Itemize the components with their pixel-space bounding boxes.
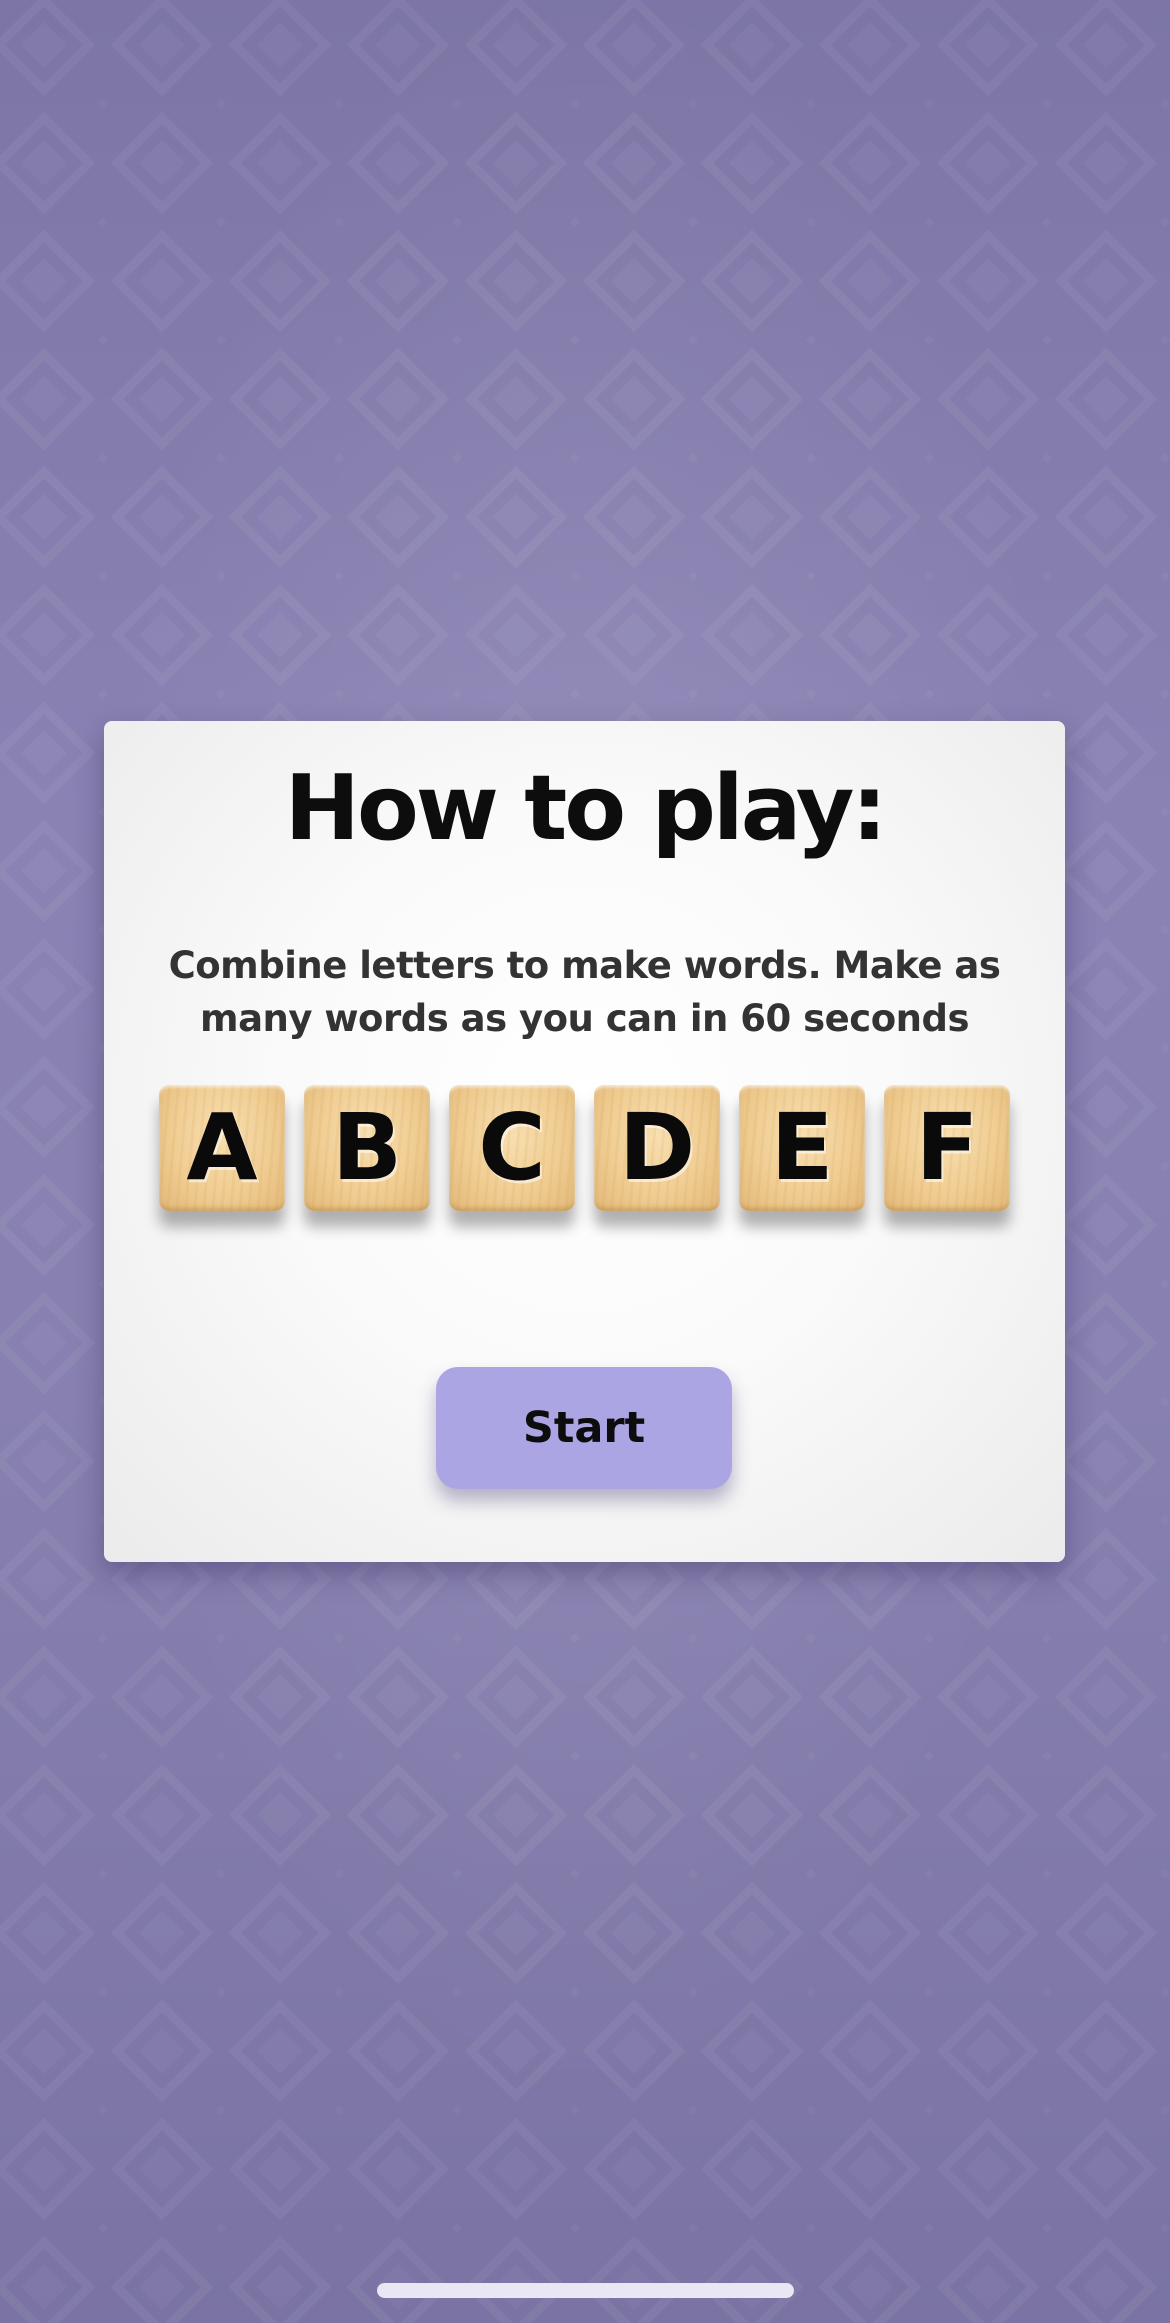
tile-letter: F xyxy=(915,1094,979,1201)
letter-tiles-row: A B C D E F xyxy=(159,1085,1014,1215)
letter-tile: E xyxy=(739,1085,865,1211)
tile-letter: E xyxy=(770,1094,834,1201)
card-title: How to play: xyxy=(284,756,888,861)
tile-letter: C xyxy=(478,1094,546,1201)
letter-tile: B xyxy=(304,1085,430,1211)
letter-tile: A xyxy=(159,1085,285,1211)
tile-letter: A xyxy=(186,1094,258,1201)
letter-tile: C xyxy=(449,1085,575,1211)
tile-letter: D xyxy=(618,1094,696,1201)
home-indicator[interactable] xyxy=(377,2283,794,2298)
tile-letter: B xyxy=(331,1094,403,1201)
letter-tile: D xyxy=(594,1085,720,1211)
start-button[interactable]: Start xyxy=(436,1367,732,1489)
how-to-play-card: How to play: Combine letters to make wor… xyxy=(104,721,1065,1562)
letter-tile: F xyxy=(884,1085,1010,1211)
card-description: Combine letters to make words. Make as m… xyxy=(168,944,1001,1040)
